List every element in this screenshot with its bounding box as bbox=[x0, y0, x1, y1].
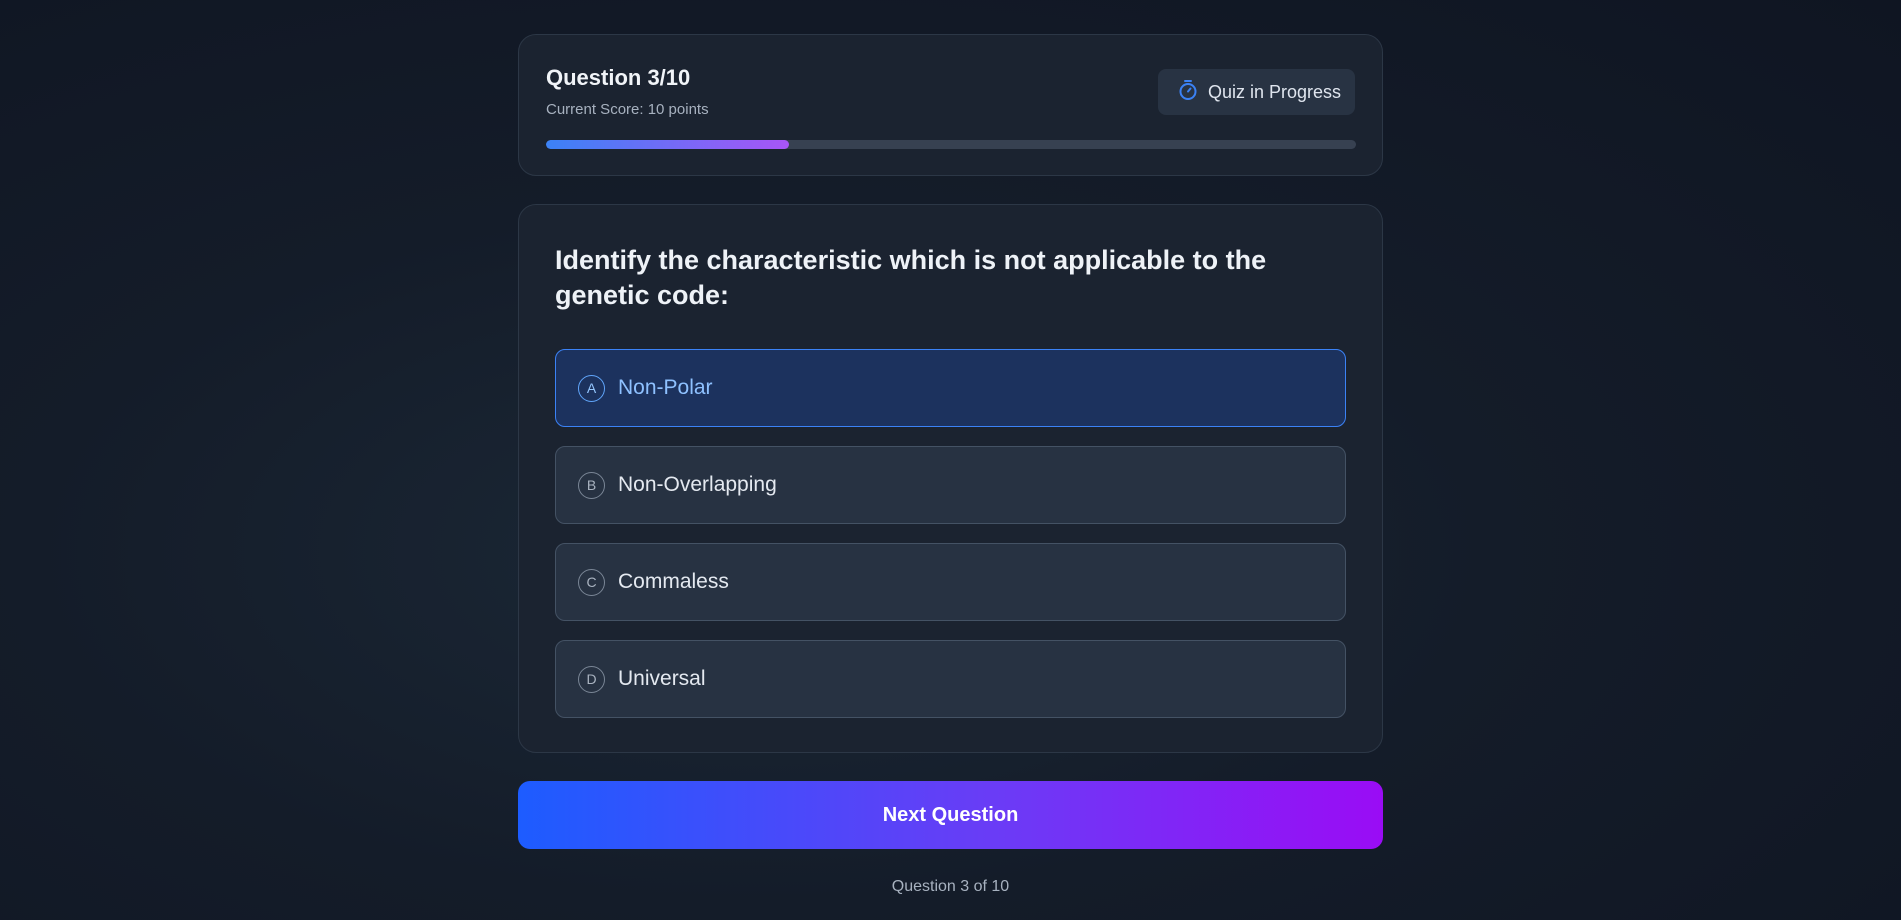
progress-bar bbox=[546, 140, 1356, 149]
question-card: Identify the characteristic which is not… bbox=[518, 204, 1383, 753]
quiz-container: Question 3/10 Current Score: 10 points Q… bbox=[518, 34, 1383, 896]
next-question-button[interactable]: Next Question bbox=[518, 781, 1383, 849]
quiz-status-badge: Quiz in Progress bbox=[1158, 69, 1355, 115]
option-letter: C bbox=[578, 568, 605, 596]
question-counter: Question 3/10 bbox=[546, 65, 691, 90]
quiz-header-card: Question 3/10 Current Score: 10 points Q… bbox=[518, 34, 1383, 176]
quiz-status-label: Quiz in Progress bbox=[1208, 81, 1342, 102]
answer-option-b[interactable]: B Non-Overlapping bbox=[555, 446, 1346, 524]
progress-bar-fill bbox=[546, 140, 789, 149]
option-letter: D bbox=[578, 665, 605, 693]
answer-option-c[interactable]: C Commaless bbox=[555, 543, 1346, 621]
question-text: Identify the characteristic which is not… bbox=[555, 245, 1267, 310]
option-label: Universal bbox=[618, 667, 706, 690]
option-label: Non-Overlapping bbox=[618, 473, 777, 496]
option-letter: B bbox=[578, 471, 605, 499]
option-label: Non-Polar bbox=[618, 376, 713, 399]
answer-option-a[interactable]: A Non-Polar bbox=[555, 349, 1346, 427]
stopwatch-icon bbox=[1178, 79, 1198, 106]
option-letter: A bbox=[578, 374, 605, 402]
answer-option-d[interactable]: D Universal bbox=[555, 640, 1346, 718]
question-footer: Question 3 of 10 bbox=[891, 878, 1010, 895]
answer-options: A Non-Polar B Non-Overlapping C Commales… bbox=[555, 349, 1346, 718]
current-score: Current Score: 10 points bbox=[546, 101, 709, 118]
option-label: Commaless bbox=[618, 570, 729, 593]
